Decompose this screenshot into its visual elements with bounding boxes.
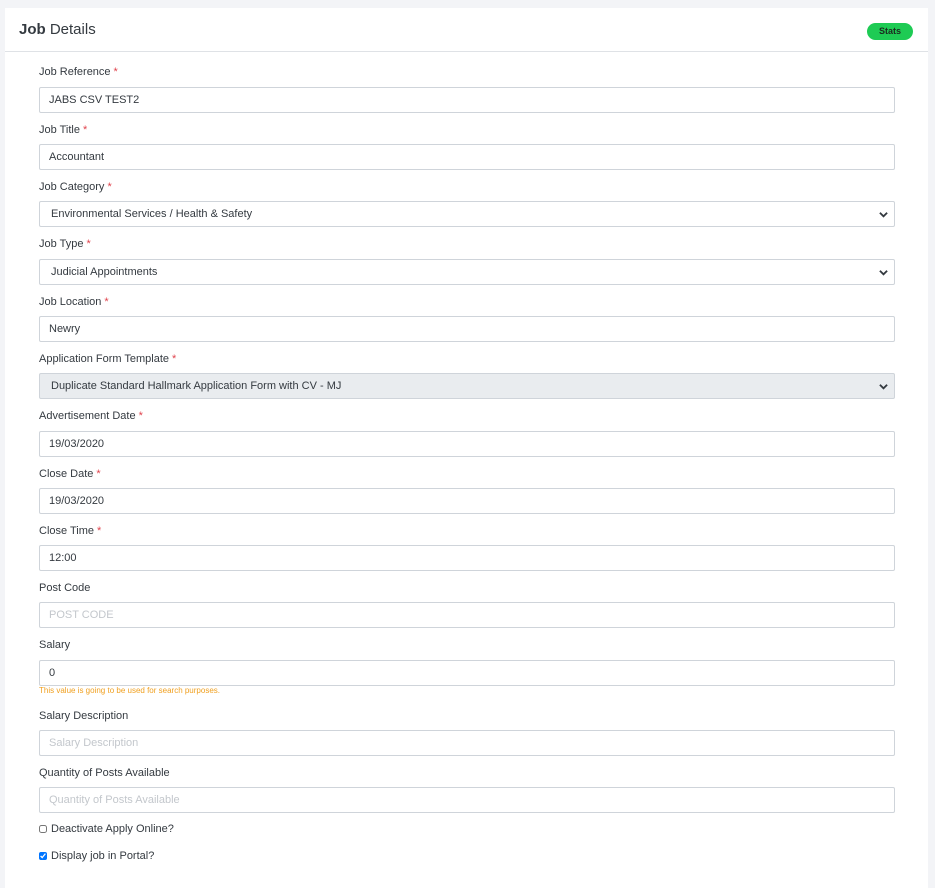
job-type-value: Judicial Appointments <box>51 266 158 278</box>
salary-hint: This value is going to be used for searc… <box>39 686 220 695</box>
chevron-down-icon <box>879 212 888 218</box>
stats-button[interactable]: Stats <box>866 23 913 40</box>
quantity-of-posts-input[interactable] <box>39 787 895 813</box>
display-in-portal-label: Display job in Portal? <box>51 850 155 862</box>
salary-description-label: Salary Description <box>39 710 129 722</box>
deactivate-apply-online-row: Deactivate Apply Online? <box>39 823 174 835</box>
close-date-input[interactable] <box>39 488 895 514</box>
job-title-label: Job Title * <box>39 124 88 136</box>
advertisement-date-label: Advertisement Date * <box>39 410 143 422</box>
job-details-card: Job Details Stats Job Reference* Job Tit… <box>5 8 928 888</box>
application-form-template-value: Duplicate Standard Hallmark Application … <box>51 380 342 392</box>
close-time-input[interactable] <box>39 545 895 571</box>
page-title-bold: Job <box>19 21 46 38</box>
close-time-label: Close Time * <box>39 525 102 537</box>
application-form-template-label: Application Form Template * <box>39 353 177 365</box>
display-in-portal-checkbox[interactable] <box>39 852 47 860</box>
job-reference-input[interactable] <box>39 87 895 113</box>
chevron-down-icon <box>879 270 888 276</box>
job-category-value: Environmental Services / Health & Safety <box>51 208 253 220</box>
display-in-portal-row: Display job in Portal? <box>39 850 154 862</box>
quantity-of-posts-label: Quantity of Posts Available <box>39 767 170 779</box>
job-location-input[interactable] <box>39 316 895 342</box>
job-category-label: Job Category * <box>39 181 112 193</box>
post-code-input[interactable] <box>39 602 895 628</box>
job-location-label: Job Location * <box>39 296 109 308</box>
chevron-down-icon <box>879 384 888 390</box>
job-title-input[interactable] <box>39 144 895 170</box>
salary-input[interactable] <box>39 660 895 686</box>
deactivate-apply-online-checkbox[interactable] <box>39 825 47 833</box>
close-date-label: Close Date * <box>39 468 101 480</box>
advertisement-date-input[interactable] <box>39 431 895 457</box>
job-type-label: Job Type * <box>39 238 91 250</box>
job-type-select[interactable]: Judicial Appointments <box>39 259 895 285</box>
salary-label: Salary <box>39 639 71 651</box>
post-code-label: Post Code <box>39 582 91 594</box>
deactivate-apply-online-label: Deactivate Apply Online? <box>51 823 174 835</box>
job-reference-label: Job Reference * <box>39 66 118 78</box>
card-header: Job Details Stats <box>5 8 928 52</box>
page-title-rest: Details <box>45 21 96 38</box>
page-title: Job Details <box>19 21 96 38</box>
application-form-template-select[interactable]: Duplicate Standard Hallmark Application … <box>39 373 895 399</box>
job-category-select[interactable]: Environmental Services / Health & Safety <box>39 201 895 227</box>
salary-description-input[interactable] <box>39 730 895 756</box>
